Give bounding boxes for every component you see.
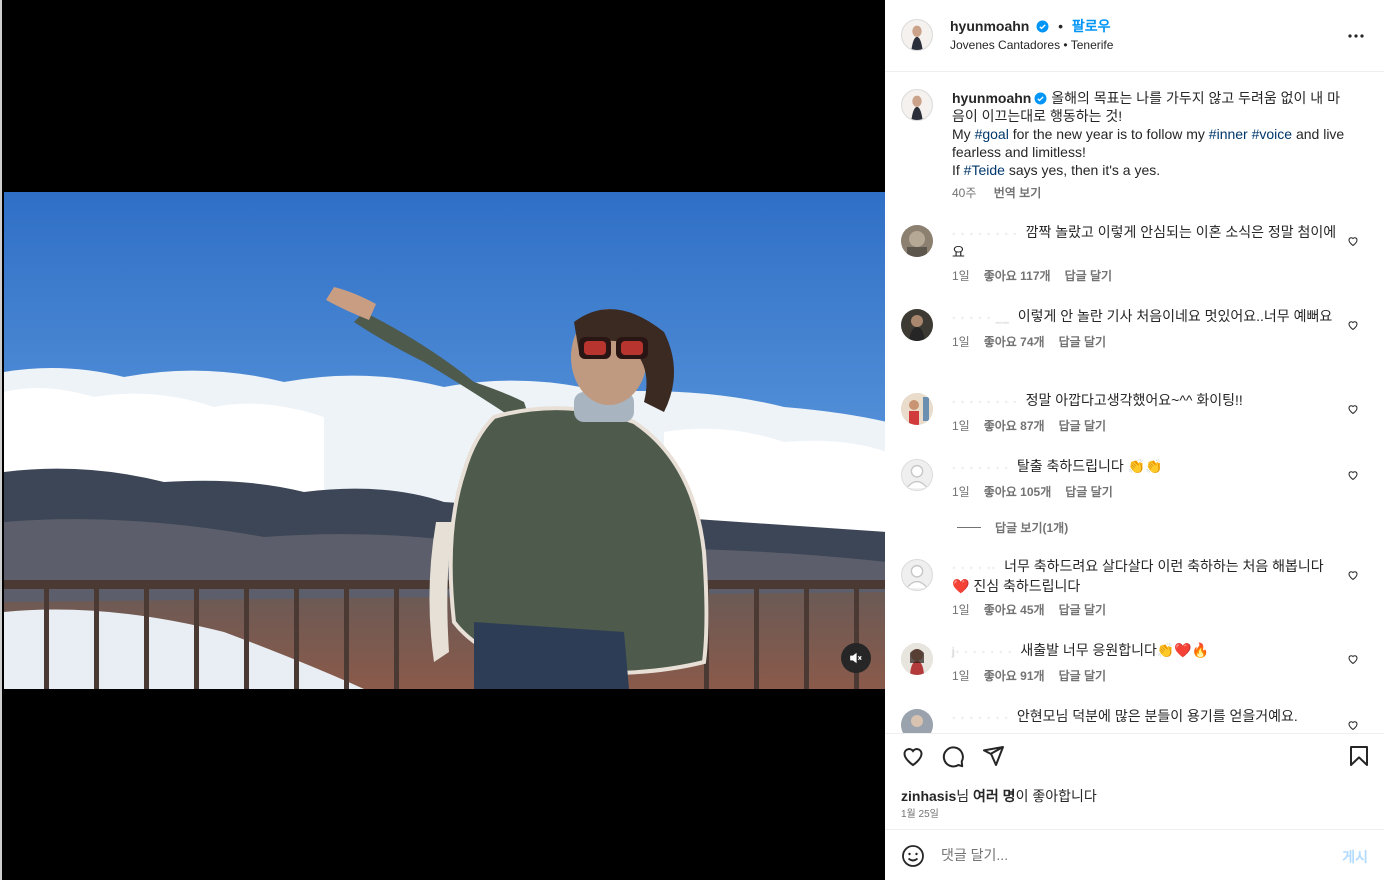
verified-badge-icon [1034, 92, 1047, 105]
commenter-avatar[interactable] [901, 393, 933, 425]
hashtag-inner[interactable]: #inner [1209, 126, 1248, 142]
more-options-icon [1348, 34, 1364, 38]
commenter-avatar[interactable] [901, 309, 933, 341]
post-header: hyunmoahn • 팔로우 Jovenes Cantadores • Ten… [885, 0, 1384, 72]
comment-like-icon[interactable] [1347, 235, 1359, 247]
caption-en-part: says yes, then it's a yes. [1004, 162, 1161, 178]
post-side-panel: hyunmoahn • 팔로우 Jovenes Cantadores • Ten… [885, 0, 1384, 880]
share-icon[interactable] [981, 744, 1005, 768]
translate-button[interactable]: 번역 보기 [994, 186, 1042, 200]
comment-like-icon[interactable] [1347, 469, 1359, 481]
reply-button[interactable]: 답글 달기 [1059, 335, 1107, 349]
post-location[interactable]: Jovenes Cantadores • Tenerife [950, 38, 1113, 52]
reply-button[interactable]: 답글 달기 [1059, 419, 1107, 433]
comment-time[interactable]: 1일 [952, 603, 970, 617]
comment-likes[interactable]: 좋아요 87개 [984, 419, 1045, 433]
reply-button[interactable]: 답글 달기 [1059, 669, 1107, 683]
comments-list[interactable]: hyunmoahn 올해의 목표는 나를 가두지 않고 두려움 없이 내 마음이… [885, 73, 1384, 733]
comment-like-icon[interactable] [1347, 719, 1359, 731]
commenter-avatar[interactable] [901, 643, 933, 675]
commenter-username[interactable]: · · · · · __ [952, 309, 1010, 327]
comment-text: 안현모님 덕분에 많은 분들이 용기를 얻을거예요. [1016, 708, 1298, 724]
likes-summary[interactable]: zinhasis님 여러 명이 좋아합니다 [901, 786, 1097, 806]
hashtag-teide[interactable]: #Teide [964, 162, 1005, 178]
likes-text: 이 좋아합니다 [1015, 788, 1097, 804]
comment-like-icon[interactable] [1347, 319, 1359, 331]
caption-time[interactable]: 40주 [952, 186, 976, 200]
commenter-username[interactable]: · · · · · · · · [952, 393, 1018, 411]
liker-username[interactable]: zinhasis [901, 788, 956, 804]
likes-others[interactable]: 여러 명 [973, 788, 1016, 804]
comment-likes[interactable]: 좋아요 117개 [984, 269, 1051, 283]
comment-text: 탈출 축하드립니다 👏👏 [1016, 458, 1163, 474]
add-comment-bar: 게시 [885, 829, 1384, 880]
reply-button[interactable]: 답글 달기 [1059, 603, 1107, 617]
mute-icon [850, 652, 862, 664]
commenter-username[interactable]: · · · · ·· [952, 559, 996, 577]
media-pane [0, 0, 887, 880]
comment-time[interactable]: 1일 [952, 669, 970, 683]
comment-text: 이렇게 안 놀란 기사 처음이네요 멋있어요..너무 예뻐요 [1017, 308, 1333, 324]
view-replies-label: 답글 보기(1개) [995, 521, 1069, 535]
post-actions: zinhasis님 여러 명이 좋아합니다 1월 25일 [885, 733, 1384, 829]
likes-text: 님 [956, 788, 974, 804]
comment-input[interactable] [941, 844, 1321, 866]
reply-button[interactable]: 답글 달기 [1065, 485, 1113, 499]
bookmark-icon[interactable] [1347, 744, 1371, 768]
post-date[interactable]: 1월 25일 [901, 805, 939, 820]
hashtag-voice[interactable]: #voice [1252, 126, 1292, 142]
comment-text: 새출발 너무 응원합니다👏❤️🔥 [1020, 642, 1210, 658]
commenter-username[interactable]: · · · · · · · [952, 709, 1009, 727]
comment-time[interactable]: 1일 [952, 419, 970, 433]
video-frame [4, 192, 887, 689]
author-username[interactable]: hyunmoahn [950, 18, 1029, 34]
comment-text: 너무 축하드려요 살다살다 이런 축하하는 처음 해봅니다 ❤️ 진심 축하드립… [952, 558, 1324, 594]
post-video[interactable] [4, 192, 887, 689]
more-options-button[interactable] [1346, 26, 1366, 46]
author-avatar[interactable] [901, 19, 933, 51]
caption-en-part: for the new year is to follow my [1008, 126, 1209, 142]
caption-username[interactable]: hyunmoahn [952, 90, 1031, 106]
comment-time[interactable]: 1일 [952, 485, 970, 499]
view-replies-line [957, 527, 981, 528]
comment-time[interactable]: 1일 [952, 335, 970, 349]
commenter-avatar[interactable] [901, 709, 933, 733]
mute-button[interactable] [841, 643, 871, 673]
commenter-avatar[interactable] [901, 225, 933, 257]
caption-en-part: My [952, 126, 975, 142]
comment-likes[interactable]: 좋아요 105개 [984, 485, 1052, 499]
comment-icon[interactable] [941, 744, 965, 768]
heart-icon[interactable] [901, 744, 925, 768]
commenter-avatar[interactable] [901, 559, 933, 591]
follow-button[interactable]: 팔로우 [1072, 18, 1111, 34]
comment-like-icon[interactable] [1347, 569, 1359, 581]
caption-en-part: If [952, 162, 964, 178]
comment-time[interactable]: 1일 [952, 269, 970, 283]
verified-badge-icon [1036, 20, 1049, 33]
comment-likes[interactable]: 좋아요 91개 [984, 669, 1045, 683]
comment-text: 정말 아깝다고생각했어요~^^ 화이팅!! [1025, 392, 1243, 408]
post-comment-button[interactable]: 게시 [1342, 847, 1368, 867]
commenter-username[interactable]: j· · · · · · · [952, 643, 1012, 661]
emoji-icon[interactable] [901, 844, 925, 868]
commenter-avatar[interactable] [901, 459, 933, 491]
hashtag-goal[interactable]: #goal [975, 126, 1009, 142]
view-replies-button[interactable]: 답글 보기(1개) [957, 519, 1068, 536]
caption-avatar[interactable] [901, 89, 933, 121]
reply-button[interactable]: 답글 달기 [1065, 269, 1113, 283]
commenter-username[interactable]: · · · · · · · · [952, 225, 1018, 243]
comment-likes[interactable]: 좋아요 74개 [984, 335, 1045, 349]
comment-like-icon[interactable] [1347, 653, 1359, 665]
commenter-username[interactable]: · · · · · · · [952, 459, 1009, 477]
comment-likes[interactable]: 좋아요 45개 [984, 603, 1045, 617]
separator-dot: • [1058, 18, 1064, 34]
comment-like-icon[interactable] [1347, 403, 1359, 415]
